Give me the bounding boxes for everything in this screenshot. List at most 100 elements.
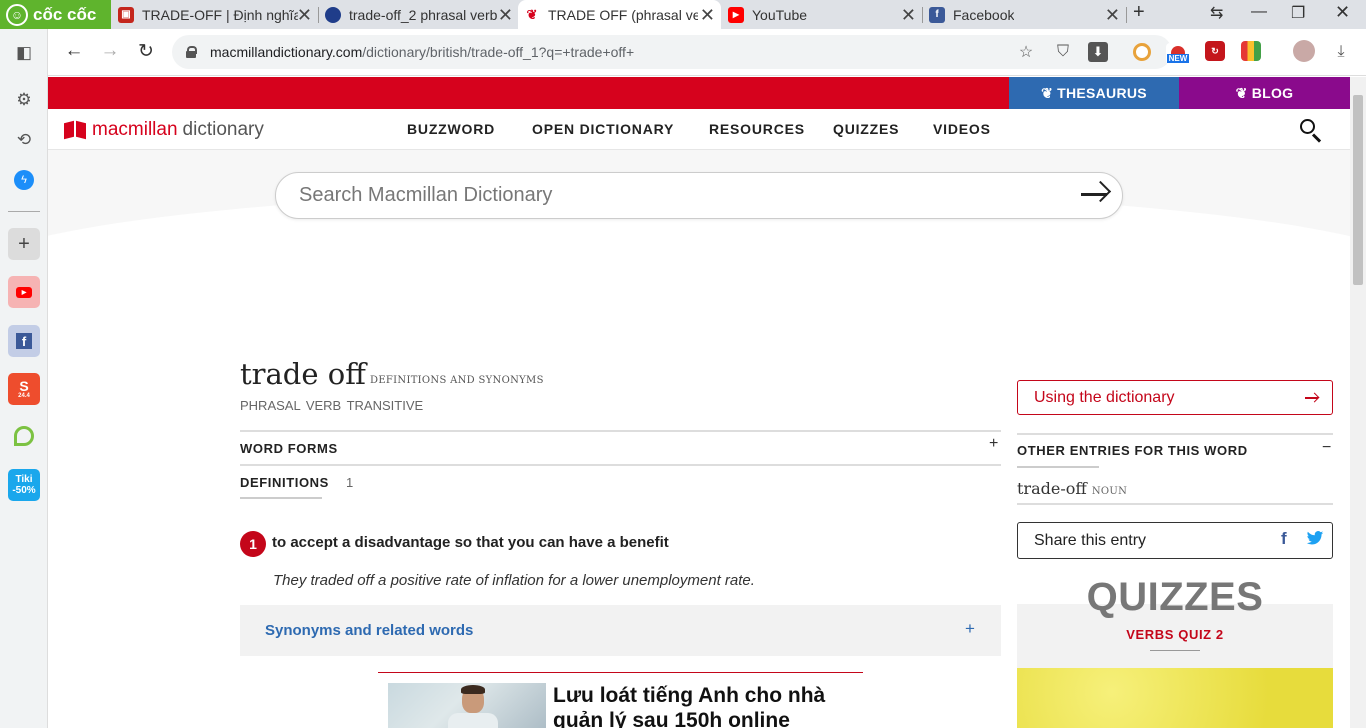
facebook-share-icon[interactable]: f: [1281, 529, 1287, 549]
facebook-favicon-icon: f: [929, 6, 945, 23]
oxford-favicon-icon: [325, 6, 341, 23]
bookmark-star-icon[interactable]: ☆: [1016, 42, 1036, 62]
extension-color-icon[interactable]: [1241, 41, 1261, 61]
profile-avatar[interactable]: [1293, 40, 1315, 62]
using-dictionary-button[interactable]: Using the dictionary: [1017, 380, 1333, 415]
logo-main: macmillan: [92, 119, 178, 140]
logo-sub: dictionary: [182, 119, 264, 140]
close-tab-icon[interactable]: ✕: [700, 5, 715, 26]
shopee-badge: 24.4: [18, 392, 30, 399]
messenger-icon[interactable]: ϟ: [12, 168, 36, 192]
book-icon: ❦: [1041, 84, 1054, 101]
sidebar-divider: [8, 211, 40, 212]
browser-tab-active[interactable]: ❦ TRADE OFF (phrasal verb ✕: [518, 0, 721, 29]
main-navigation: macmillan dictionary BUZZWORD OPEN DICTI…: [48, 109, 1350, 150]
divider: [1017, 503, 1333, 505]
browser-tab[interactable]: f Facebook ✕: [923, 0, 1126, 29]
nav-resources[interactable]: RESOURCES: [709, 121, 805, 137]
macmillan-book-icon: [64, 122, 86, 138]
browser-tab[interactable]: ▶ YouTube ✕: [722, 0, 922, 29]
thesaurus-label: THESAURUS: [1057, 85, 1147, 101]
restore-icon[interactable]: ❐: [1291, 3, 1305, 23]
headword-subtitle: DEFINITIONS AND SYNONYMS: [370, 375, 544, 386]
other-entry-word: trade-off: [1017, 479, 1087, 498]
back-arrow-icon[interactable]: ←: [62, 39, 86, 63]
new-tab-icon[interactable]: +: [1133, 1, 1145, 24]
close-window-icon[interactable]: ✕: [1335, 2, 1350, 23]
sense-number-badge: 1: [240, 531, 266, 557]
settings-gear-icon[interactable]: ⚙: [12, 88, 36, 112]
tab-title: TRADE-OFF | Định nghĩa: [142, 6, 298, 23]
leaf-shortcut-icon[interactable]: [10, 424, 38, 448]
nav-quizzes[interactable]: QUIZZES: [833, 121, 899, 137]
url-path: /dictionary/british/trade-off_1?q=+trade…: [362, 44, 635, 60]
scrollbar-thumb[interactable]: [1353, 95, 1363, 285]
word-forms-plus-icon[interactable]: +: [989, 435, 998, 453]
coccoc-logo-icon: ☺: [6, 3, 28, 26]
definitions-underline: [240, 497, 322, 499]
close-tab-icon[interactable]: ✕: [1105, 5, 1120, 26]
blog-button[interactable]: ❦ BLOG: [1179, 77, 1350, 109]
download-page-icon[interactable]: ⬇: [1088, 42, 1108, 62]
extension-red-icon[interactable]: ↻: [1205, 41, 1225, 61]
browser-toolbar: ← → ↻ macmillandictionary.com/dictionary…: [48, 29, 1366, 76]
thesaurus-button[interactable]: ❦ THESAURUS: [1009, 77, 1179, 109]
browser-tab[interactable]: ▣ TRADE-OFF | Định nghĩa ✕: [112, 0, 318, 29]
coccoc-brand-label: cốc cốc: [33, 4, 97, 24]
dictionary-search-input[interactable]: Search Macmillan Dictionary: [275, 172, 1123, 219]
book-icon: ❦: [1235, 84, 1248, 101]
close-tab-icon[interactable]: ✕: [498, 5, 513, 26]
word-forms-toggle[interactable]: WORD FORMS: [240, 441, 338, 456]
tiki-shortcut-icon[interactable]: Tiki -50%: [8, 469, 40, 501]
downloads-icon[interactable]: ⤓: [1331, 42, 1351, 62]
facebook-shortcut-icon[interactable]: f: [8, 325, 40, 357]
quiz-divider: [1150, 650, 1200, 651]
shield-icon[interactable]: ⛉: [1053, 42, 1073, 62]
youtube-shortcut-icon[interactable]: ▶: [8, 276, 40, 308]
synonyms-panel[interactable]: Synonyms and related words +: [240, 605, 1001, 656]
other-entries-minus-icon[interactable]: −: [1322, 439, 1331, 457]
forward-arrow-icon[interactable]: →: [98, 39, 122, 63]
reload-icon[interactable]: ↻: [134, 39, 158, 63]
ad-image[interactable]: [388, 683, 546, 728]
tab-title: YouTube: [752, 6, 808, 23]
extension-new-label: NEW: [1166, 53, 1190, 63]
divider: [240, 464, 1001, 466]
nav-buzzword[interactable]: BUZZWORD: [407, 121, 495, 137]
extension-ring-icon[interactable]: [1133, 43, 1151, 61]
tab-title: trade-off_2 phrasal verb: [349, 6, 498, 23]
other-entry-pos: NOUN: [1091, 486, 1128, 497]
quiz-image[interactable]: [1017, 668, 1333, 728]
tab-search-icon[interactable]: ⇆: [1210, 3, 1223, 23]
search-submit-arrow-icon[interactable]: [1080, 180, 1112, 207]
browser-tab[interactable]: trade-off_2 phrasal verb ✕: [319, 0, 519, 29]
search-icon[interactable]: [1298, 117, 1324, 143]
site-logo[interactable]: macmillan dictionary: [64, 119, 264, 141]
sidebar-toggle-icon[interactable]: ◧: [12, 41, 36, 65]
definition-text: to accept a disadvantage so that you can…: [272, 534, 669, 551]
nav-videos[interactable]: VIDEOS: [933, 121, 991, 137]
minimize-icon[interactable]: —: [1251, 3, 1267, 21]
ad-headline[interactable]: Lưu loát tiếng Anh cho nhà quản lý sau 1…: [553, 683, 873, 728]
close-tab-icon[interactable]: ✕: [901, 5, 916, 26]
other-entry-link[interactable]: trade-off NOUN: [1017, 479, 1127, 498]
close-tab-icon[interactable]: ✕: [297, 5, 312, 26]
other-entries-heading: OTHER ENTRIES FOR THIS WORD: [1017, 443, 1248, 458]
quizzes-heading: QUIZZES: [1086, 575, 1264, 619]
page-scrollbar[interactable]: [1350, 77, 1366, 728]
history-icon[interactable]: ⟲: [12, 128, 36, 152]
using-dictionary-label: Using the dictionary: [1034, 388, 1175, 406]
synonyms-label: Synonyms and related words: [265, 622, 474, 639]
browser-sidebar: ◧ ⚙ ⟲ ϟ + ▶ f S 24.4 Tiki -50%: [0, 29, 48, 728]
nav-open-dictionary[interactable]: OPEN DICTIONARY: [532, 121, 674, 137]
shopee-shortcut-icon[interactable]: S 24.4: [8, 373, 40, 405]
macmillan-favicon-icon: ❦: [524, 6, 540, 23]
synonyms-plus-icon[interactable]: +: [965, 619, 975, 639]
extension-new-icon[interactable]: NEW: [1166, 43, 1190, 65]
quiz-name-link[interactable]: VERBS QUIZ 2: [1017, 627, 1333, 642]
add-shortcut-icon[interactable]: +: [8, 228, 40, 260]
twitter-share-icon[interactable]: [1306, 529, 1324, 547]
web-page: ❦ THESAURUS ❦ BLOG macmillan dictionary …: [48, 77, 1350, 728]
coccoc-brand-button[interactable]: ☺ cốc cốc: [0, 0, 111, 29]
definitions-heading: DEFINITIONS: [240, 475, 329, 490]
